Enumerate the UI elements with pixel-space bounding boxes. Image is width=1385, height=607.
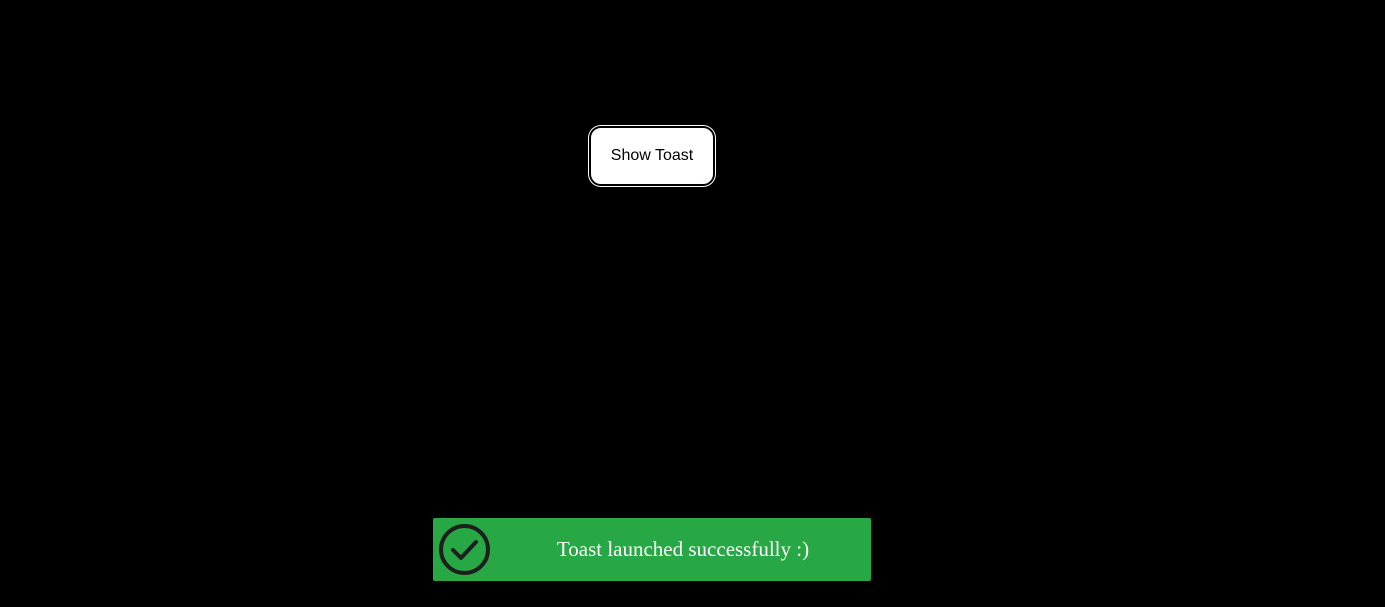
toast-notification: Toast launched successfully :): [433, 518, 871, 581]
check-circle-icon: [438, 523, 491, 576]
toast-message: Toast launched successfully :): [556, 537, 810, 561]
show-toast-button[interactable]: Show Toast: [589, 126, 715, 186]
